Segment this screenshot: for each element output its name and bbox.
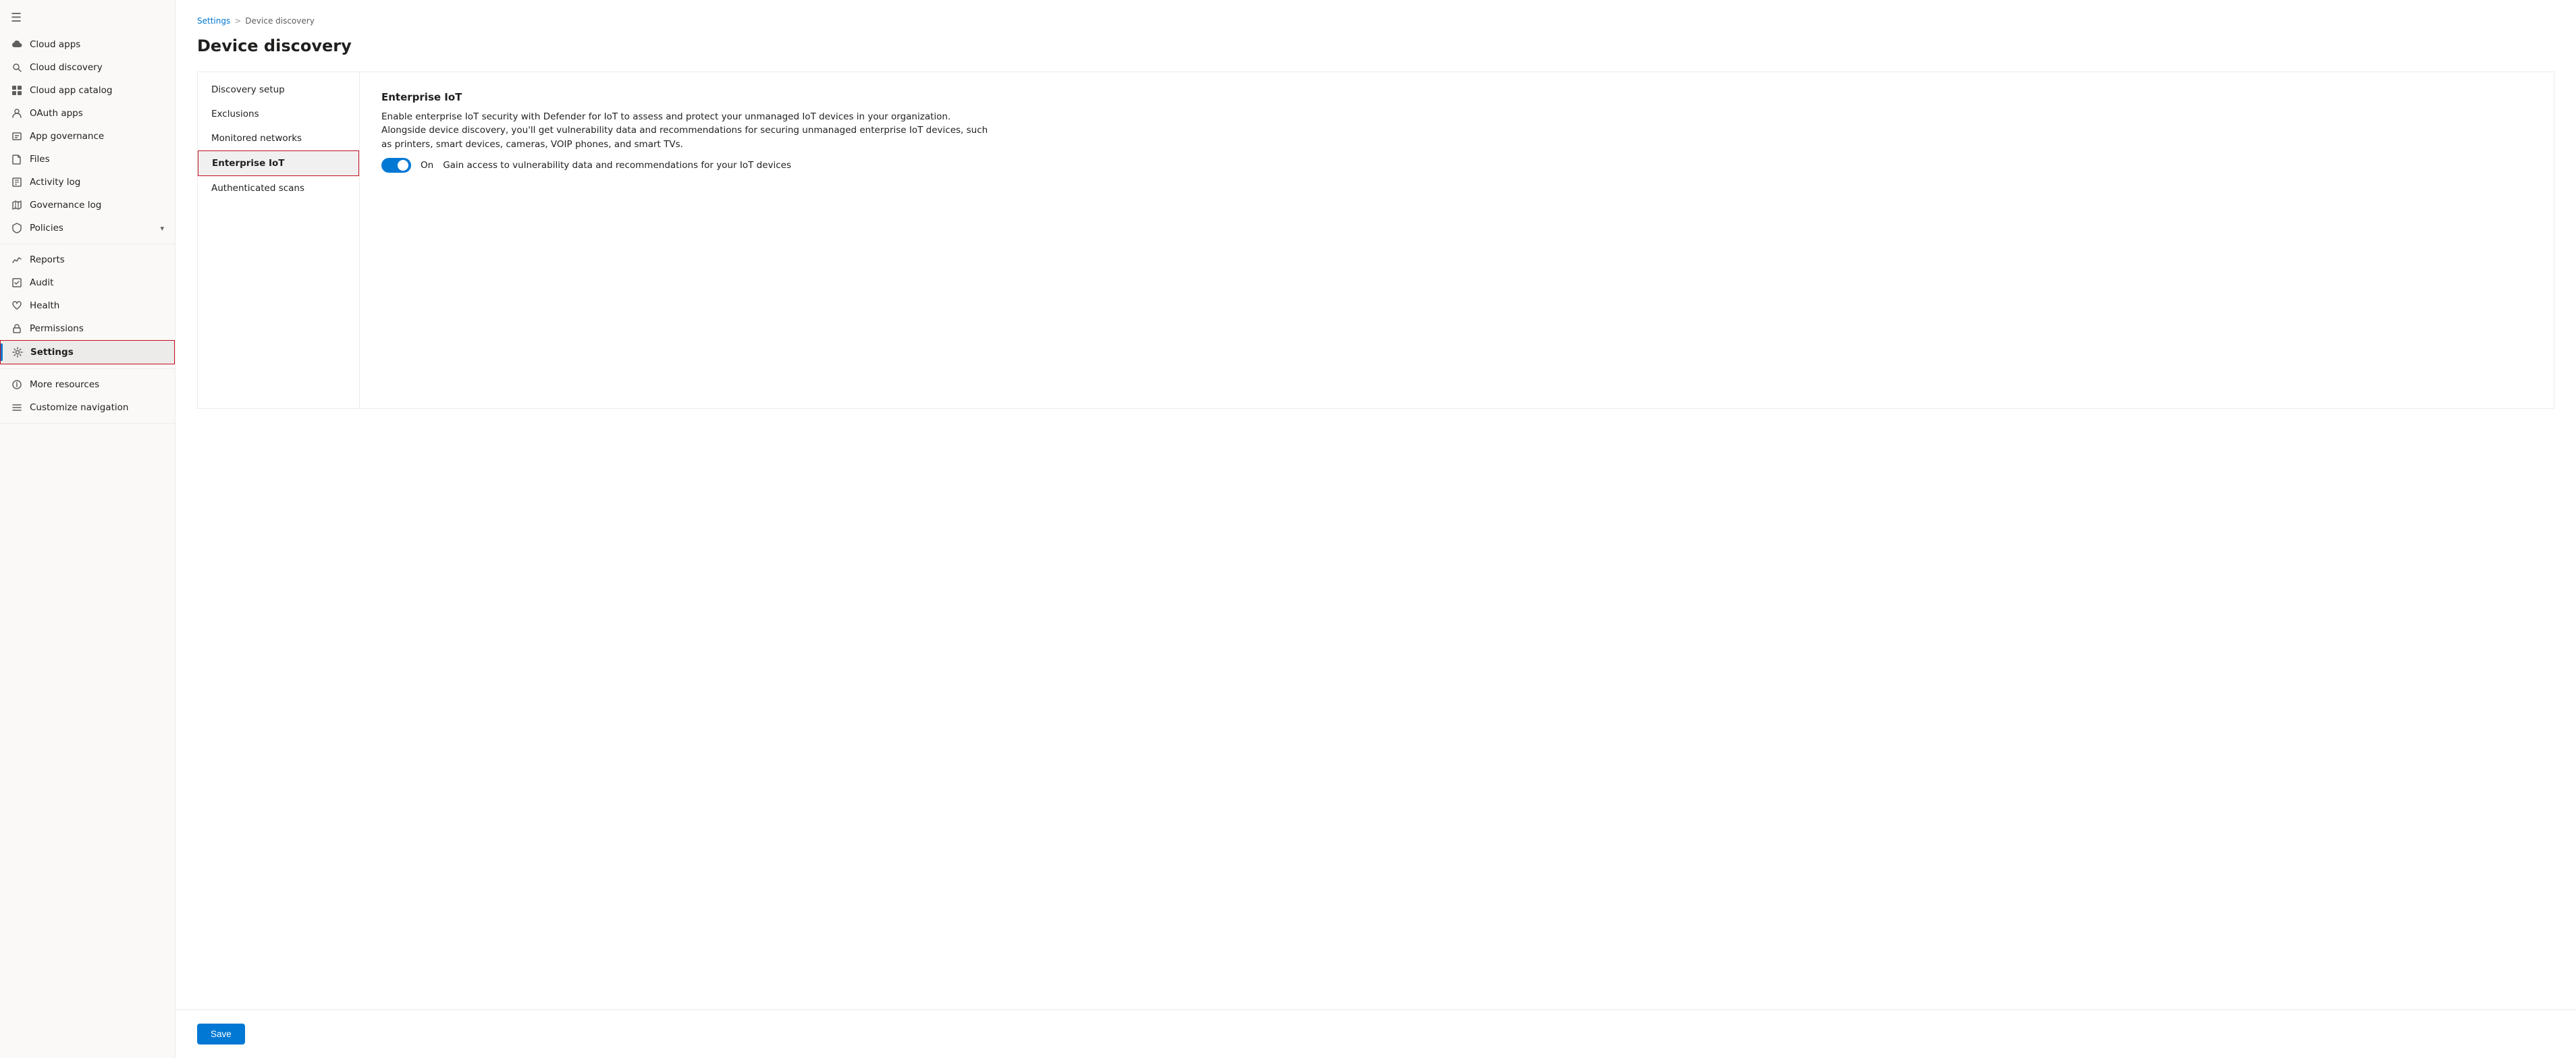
sidebar: ☰ Cloud apps Cloud discovery Cloud app cat… [0,0,176,1058]
section-title: Enterprise IoT [381,91,2532,103]
page-title: Device discovery [197,36,2554,55]
sidebar-label-permissions: Permissions [30,323,164,334]
sidebar-item-reports[interactable]: Reports [0,248,175,271]
toggle-track [381,158,411,173]
cloud-discovery-icon [11,61,23,74]
breadcrumb-current: Device discovery [245,16,315,26]
inner-nav-exclusions[interactable]: Exclusions [198,102,359,126]
sidebar-label-reports: Reports [30,254,164,265]
bottom-bar: Save [176,1009,2576,1058]
cloud-apps-icon [11,38,23,51]
toggle-on-label: On [421,160,433,171]
inner-nav: Discovery setupExclusionsMonitored netwo… [198,72,360,408]
more-resources-icon [11,379,23,391]
sidebar-item-customize-navigation[interactable]: Customize navigation [0,396,175,419]
save-button[interactable]: Save [197,1024,245,1045]
inner-nav-enterprise-iot[interactable]: Enterprise IoT [198,150,359,176]
sidebar-label-activity-log: Activity log [30,177,164,188]
chevron-down-icon-policies: ▾ [160,224,164,233]
audit-icon [11,277,23,289]
section-description: Enable enterprise IoT security with Defe… [381,110,989,151]
sidebar-item-activity-log[interactable]: Activity log [0,171,175,194]
sidebar-item-policies[interactable]: Policies ▾ [0,217,175,240]
toggle-row: On Gain access to vulnerability data and… [381,158,2532,173]
sidebar-label-files: Files [30,154,164,165]
breadcrumb: Settings > Device discovery [197,16,2554,26]
enterprise-iot-section: Enterprise IoT Enable enterprise IoT sec… [381,91,2532,173]
sidebar-item-oauth-apps[interactable]: OAuth apps [0,102,175,125]
toggle-hint: Gain access to vulnerability data and re… [443,160,791,171]
sidebar-label-governance-log: Governance log [30,200,164,211]
sidebar-label-app-governance: App governance [30,131,164,142]
breadcrumb-settings[interactable]: Settings [197,16,230,26]
inner-content: Enterprise IoT Enable enterprise IoT sec… [360,72,2554,408]
enterprise-iot-toggle[interactable] [381,158,411,173]
sidebar-item-permissions[interactable]: Permissions [0,317,175,340]
sidebar-label-policies: Policies [30,223,153,233]
inner-nav-discovery-setup[interactable]: Discovery setup [198,78,359,102]
inner-nav-authenticated-scans[interactable]: Authenticated scans [198,176,359,200]
sidebar-label-cloud-discovery: Cloud discovery [30,62,164,73]
sidebar-label-audit: Audit [30,277,164,288]
reports-icon [11,254,23,266]
sidebar-item-files[interactable]: Files [0,148,175,171]
sidebar-divider-bottom [0,423,175,424]
governance-log-icon [11,199,23,211]
permissions-icon [11,323,23,335]
sidebar-item-governance-log[interactable]: Governance log [0,194,175,217]
sidebar-item-audit[interactable]: Audit [0,271,175,294]
sidebar-item-cloud-apps[interactable]: Cloud apps [0,33,175,56]
app-governance-icon [11,130,23,142]
main-area: Settings > Device discovery Device disco… [176,0,2576,1058]
health-icon [11,300,23,312]
sidebar-label-health: Health [30,300,164,311]
hamburger-icon[interactable]: ☰ [11,11,22,25]
sidebar-label-customize-navigation: Customize navigation [30,402,164,413]
sidebar-item-more-resources[interactable]: More resources [0,373,175,396]
sidebar-label-more-resources: More resources [30,379,164,390]
sidebar-header: ☰ [0,5,175,33]
toggle-thumb [398,160,408,171]
sidebar-item-settings[interactable]: Settings [0,340,175,364]
content-area: Settings > Device discovery Device disco… [176,0,2576,1009]
inner-nav-monitored-networks[interactable]: Monitored networks [198,126,359,150]
inner-layout: Discovery setupExclusionsMonitored netwo… [197,72,2554,409]
sidebar-label-oauth-apps: OAuth apps [30,108,164,119]
sidebar-divider-lower [0,368,175,369]
cloud-app-catalog-icon [11,84,23,96]
settings-icon [11,346,24,358]
customize-navigation-icon [11,401,23,414]
breadcrumb-separator: > [234,16,241,26]
oauth-apps-icon [11,107,23,119]
sidebar-label-settings: Settings [30,347,163,358]
sidebar-label-cloud-apps: Cloud apps [30,39,164,50]
policies-icon [11,222,23,234]
sidebar-item-health[interactable]: Health [0,294,175,317]
files-icon [11,153,23,165]
sidebar-item-cloud-app-catalog[interactable]: Cloud app catalog [0,79,175,102]
activity-log-icon [11,176,23,188]
sidebar-item-app-governance[interactable]: App governance [0,125,175,148]
sidebar-label-cloud-app-catalog: Cloud app catalog [30,85,164,96]
sidebar-item-cloud-discovery[interactable]: Cloud discovery [0,56,175,79]
